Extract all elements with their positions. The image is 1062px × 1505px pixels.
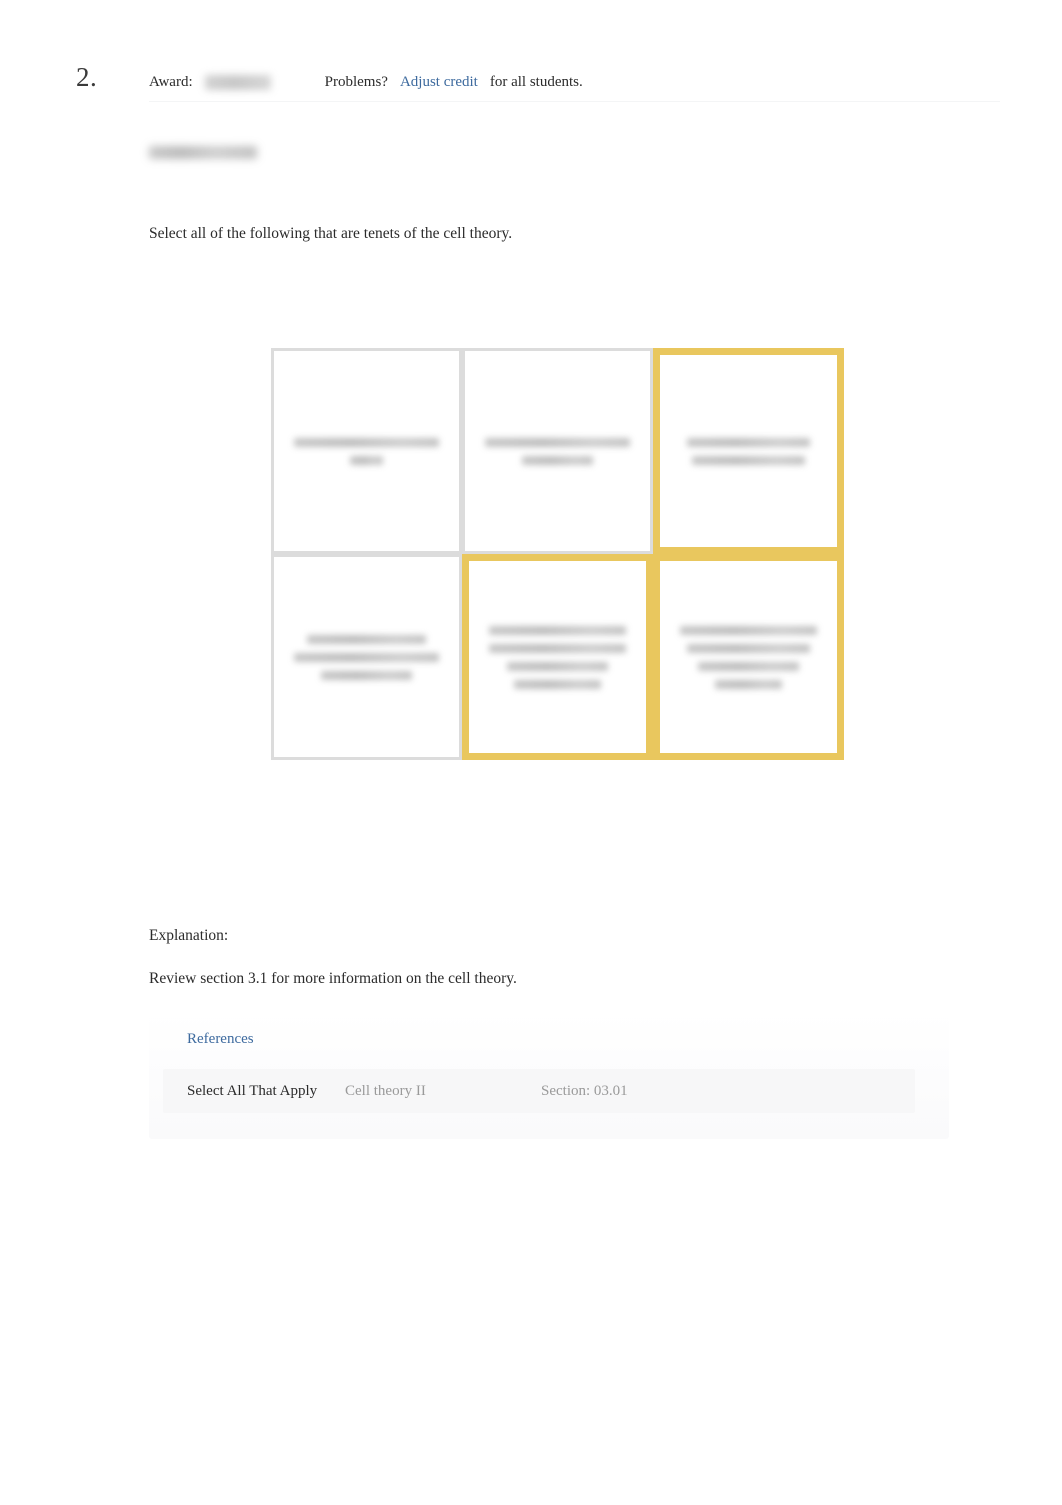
redacted-line	[679, 625, 818, 635]
option-cell-6[interactable]	[653, 554, 844, 760]
explanation-body: Review section 3.1 for more information …	[149, 970, 517, 987]
award-value-redacted	[204, 75, 271, 90]
option-cell-3[interactable]	[653, 348, 844, 554]
redacted-line	[488, 625, 627, 635]
option-text-6-redacted	[676, 625, 821, 689]
redacted-line	[686, 643, 811, 653]
redacted-line	[506, 661, 609, 671]
redacted-line	[715, 679, 782, 689]
option-grid	[271, 348, 844, 760]
redacted-line	[349, 455, 384, 465]
option-cell-2[interactable]	[462, 348, 653, 554]
option-cell-5[interactable]	[462, 554, 653, 760]
option-text-3-redacted	[676, 437, 821, 465]
redacted-line	[320, 670, 413, 680]
redacted-line	[488, 643, 627, 653]
question-number: 2.	[76, 62, 98, 92]
redacted-line	[306, 634, 427, 644]
redacted-line	[514, 679, 601, 689]
option-text-4-redacted	[290, 634, 443, 680]
tag-question-type: Select All That Apply	[187, 1083, 318, 1099]
redacted-line	[293, 652, 440, 662]
award-header-row: Award: Problems? Adjust credit for all s…	[149, 74, 583, 91]
header-divider	[149, 101, 1000, 102]
award-label: Award:	[149, 74, 193, 90]
option-text-2-redacted	[481, 437, 634, 465]
option-text-5-redacted	[485, 625, 630, 689]
explanation-label: Explanation:	[149, 927, 229, 944]
redacted-line	[691, 455, 806, 465]
redacted-line	[293, 437, 440, 447]
question-prompt: Select all of the following that are ten…	[149, 225, 513, 242]
redacted-line	[484, 437, 631, 447]
option-text-1-redacted	[290, 437, 443, 465]
tag-topic: Cell theory II	[345, 1083, 426, 1099]
tag-section: Section: 03.01	[541, 1083, 628, 1099]
redacted-line	[697, 661, 800, 671]
for-all-students-label: for all students.	[489, 74, 583, 90]
option-cell-4[interactable]	[271, 554, 462, 760]
redacted-line	[522, 455, 593, 465]
option-cell-1[interactable]	[271, 348, 462, 554]
adjust-credit-link[interactable]: Adjust credit	[400, 74, 478, 91]
references-link[interactable]: References	[187, 1031, 254, 1048]
redacted-line	[686, 437, 811, 447]
question-title-redacted	[149, 146, 257, 159]
problems-label: Problems?	[324, 74, 388, 90]
